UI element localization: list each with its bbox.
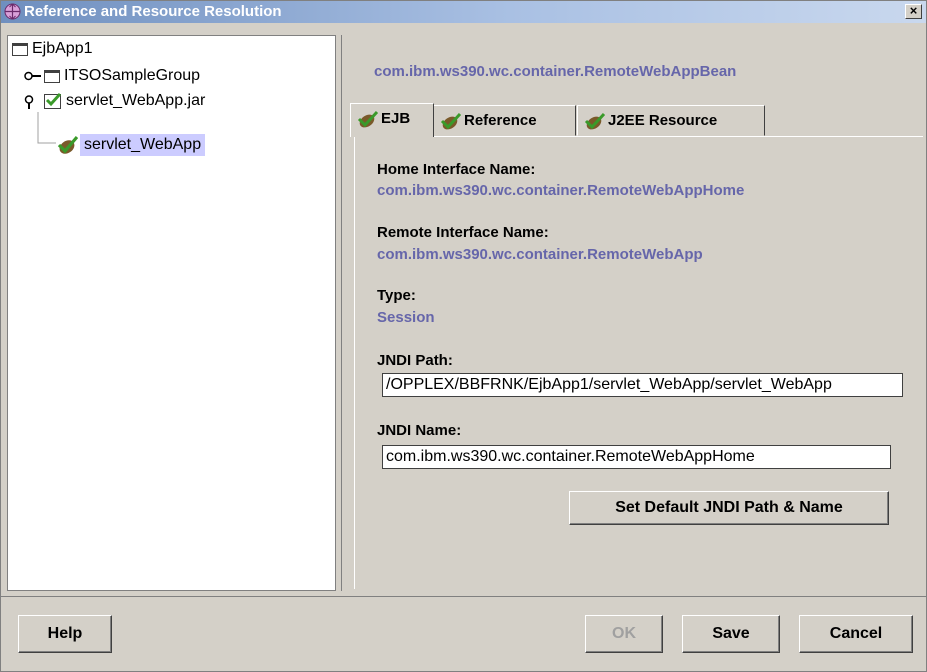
tab-content-ejb: Home Interface Name: com.ibm.ws390.wc.co…: [354, 136, 923, 589]
collapsed-node-icon[interactable]: [24, 71, 42, 81]
tab-label: EJB: [381, 110, 411, 127]
save-button[interactable]: Save: [682, 615, 780, 653]
tab-label: J2EE Resource: [608, 112, 718, 129]
dialog-window: Reference and Resource Resolution × EjbA…: [0, 0, 927, 672]
app-globe-icon: [4, 3, 21, 20]
tree-item-label-selected: servlet_WebApp: [80, 134, 206, 156]
bean-check-icon: [57, 135, 78, 154]
type-value: Session: [377, 309, 435, 326]
help-button[interactable]: Help: [18, 615, 112, 653]
jndi-path-label: JNDI Path:: [377, 352, 453, 369]
type-label: Type:: [377, 287, 416, 304]
cancel-button[interactable]: Cancel: [799, 615, 913, 653]
close-button[interactable]: ×: [905, 4, 922, 19]
folder-icon: [44, 70, 60, 83]
bean-check-icon: [357, 110, 378, 128]
home-interface-label: Home Interface Name:: [377, 161, 536, 178]
detail-panel: com.ibm.ws390.wc.container.RemoteWebAppB…: [341, 35, 923, 591]
remote-interface-value: com.ibm.ws390.wc.container.RemoteWebApp: [377, 246, 703, 263]
bean-check-icon: [584, 112, 605, 130]
bean-name: com.ibm.ws390.wc.container.RemoteWebAppB…: [374, 63, 737, 80]
tree-item-label: servlet_WebApp.jar: [66, 92, 206, 109]
tab-ejb[interactable]: EJB: [350, 103, 434, 137]
tab-j2ee-resource[interactable]: J2EE Resource: [577, 105, 765, 136]
jndi-name-label: JNDI Name:: [377, 422, 462, 439]
window-title: Reference and Resource Resolution: [24, 3, 282, 20]
footer-divider: [1, 596, 926, 597]
jndi-path-field[interactable]: /OPPLEX/BBFRNK/EjbApp1/servlet_WebApp/se…: [382, 373, 903, 397]
ok-button[interactable]: OK: [585, 615, 663, 653]
folder-icon: [12, 43, 28, 56]
remote-interface-label: Remote Interface Name:: [377, 224, 549, 241]
expanded-node-icon[interactable]: [24, 95, 34, 109]
title-bar[interactable]: Reference and Resource Resolution ×: [1, 1, 926, 23]
tab-label: Reference: [464, 112, 537, 129]
close-icon: ×: [909, 3, 918, 18]
bean-check-icon: [440, 112, 461, 130]
checked-folder-icon: [44, 92, 61, 109]
home-interface-value: com.ibm.ws390.wc.container.RemoteWebAppH…: [377, 182, 745, 199]
tab-reference[interactable]: Reference: [433, 105, 576, 136]
set-default-jndi-button[interactable]: Set Default JNDI Path & Name: [569, 491, 889, 525]
jndi-name-field[interactable]: com.ibm.ws390.wc.container.RemoteWebAppH…: [382, 445, 891, 469]
tree-item-label: ITSOSampleGroup: [64, 67, 201, 84]
tree-connector-line: [37, 112, 56, 144]
tree-panel[interactable]: EjbApp1 ITSOSampleGroup servlet_WebApp.j…: [7, 35, 336, 591]
tree-item-label: EjbApp1: [32, 40, 93, 57]
